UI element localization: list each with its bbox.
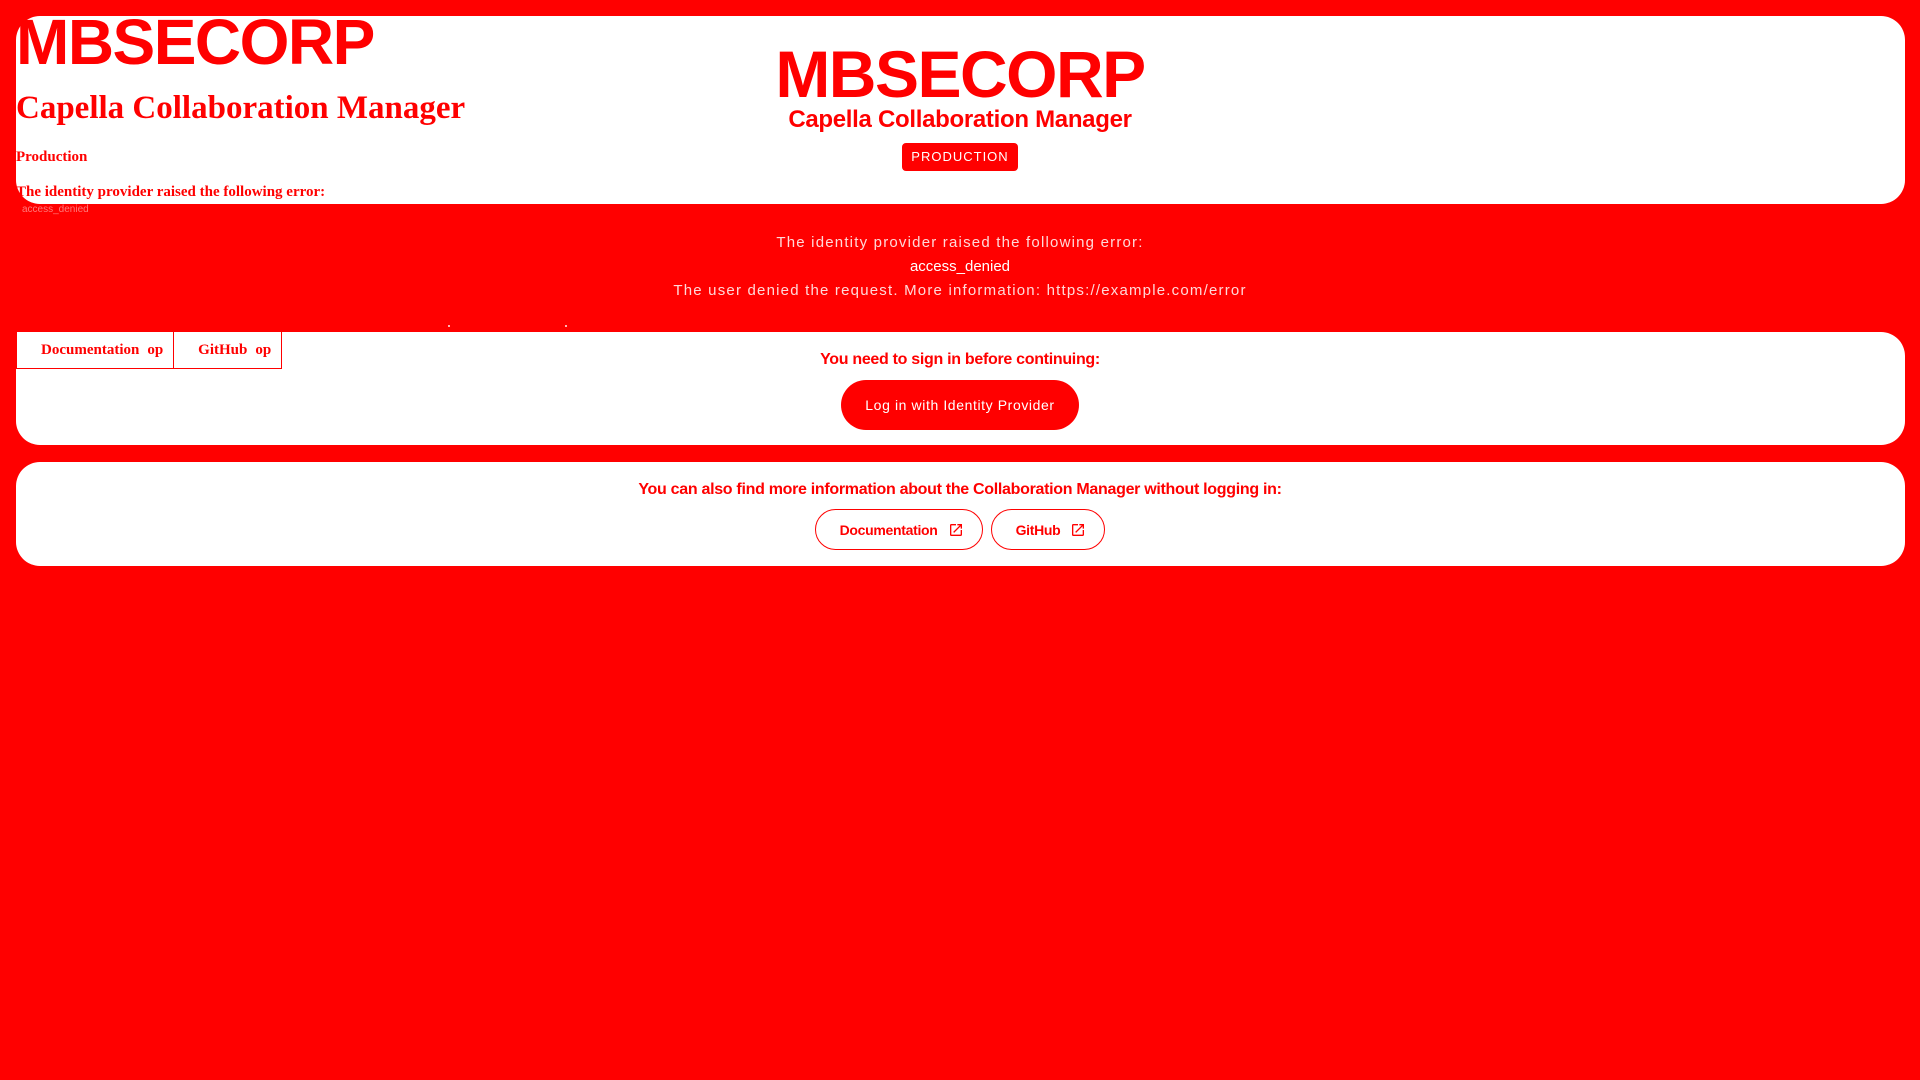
raw-error-heading: The identity provider raised the followi… xyxy=(16,184,326,200)
raw-dot-marker xyxy=(448,325,450,327)
environment-badge-row: PRODUCTION xyxy=(0,143,1920,171)
info-link-row: Documentation GitHub xyxy=(0,509,1920,550)
login-button-row: Log in with Identity Provider xyxy=(0,380,1920,430)
open-in-new-icon xyxy=(1070,522,1086,538)
raw-error-code: access_denied xyxy=(22,204,89,215)
github-label: GitHub xyxy=(1015,521,1061,538)
github-button[interactable]: GitHub xyxy=(990,509,1106,550)
app-title: Capella Collaboration Manager xyxy=(788,106,1132,133)
login-button[interactable]: Log in with Identity Provider xyxy=(841,380,1079,430)
documentation-label: Documentation xyxy=(839,521,938,538)
environment-badge: PRODUCTION xyxy=(902,143,1018,171)
open-in-new-icon xyxy=(948,522,964,538)
error-detail: The user denied the request. More inform… xyxy=(673,282,1247,299)
logo-text: MBSECORP xyxy=(775,37,1146,111)
raw-dot-marker xyxy=(565,325,567,327)
documentation-button[interactable]: Documentation xyxy=(814,509,983,550)
info-message: You can also find more information about… xyxy=(638,481,1282,498)
error-title: The identity provider raised the followi… xyxy=(776,234,1144,251)
signin-message: You need to sign in before continuing: xyxy=(820,351,1100,368)
error-code: access_denied xyxy=(909,258,1011,275)
